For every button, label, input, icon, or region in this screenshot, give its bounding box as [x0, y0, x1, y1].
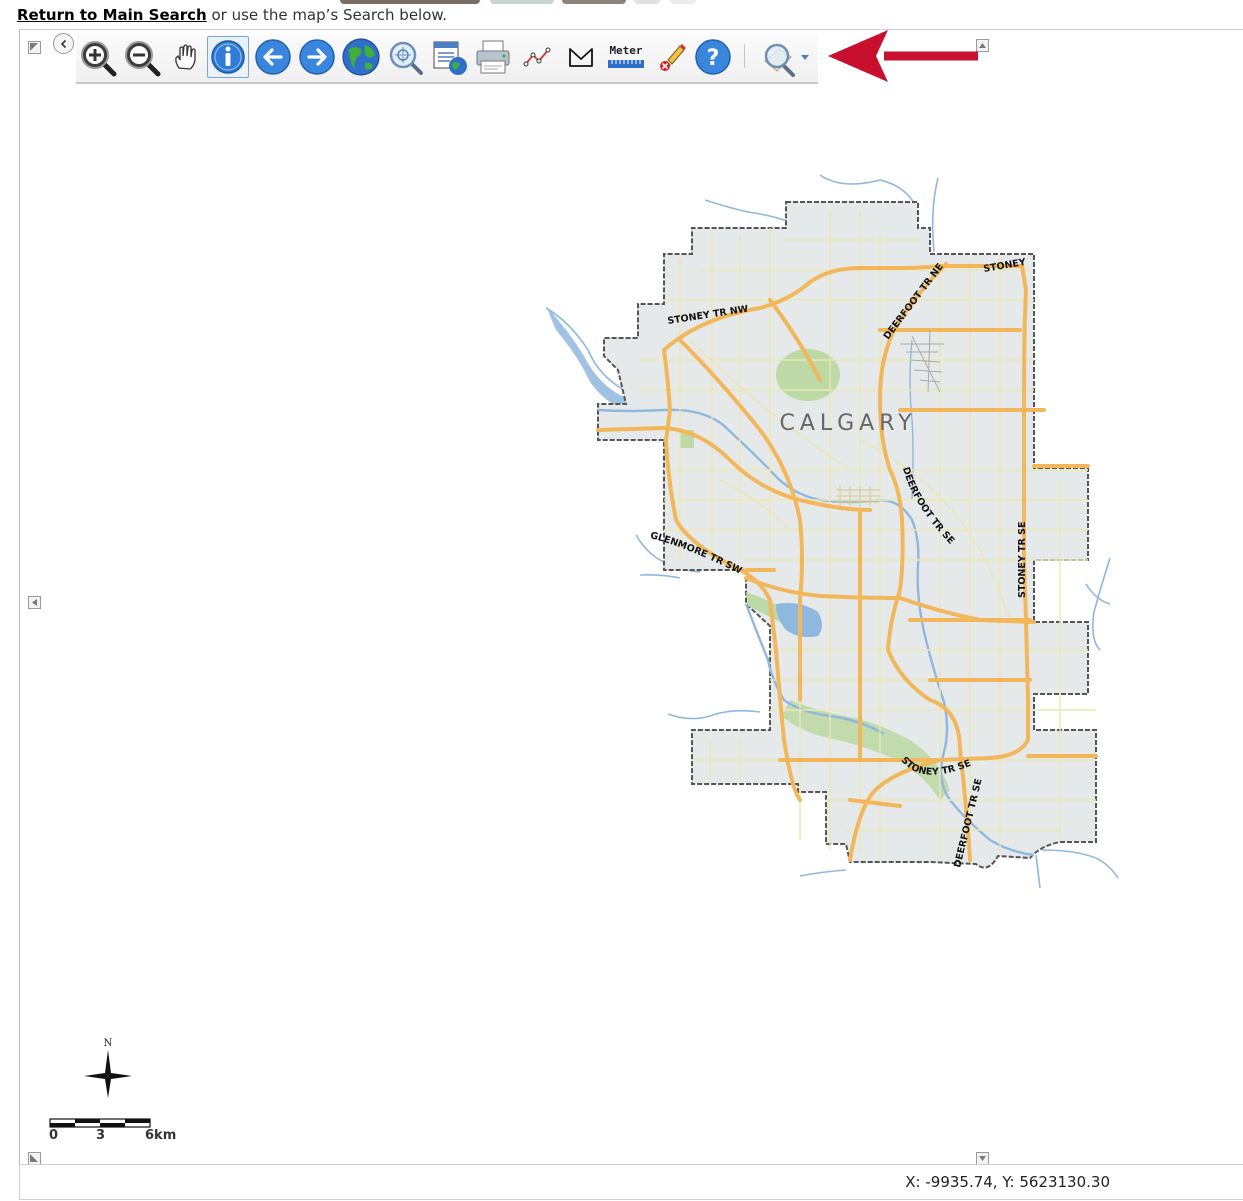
zoom-in-button[interactable] [76, 36, 118, 78]
full-extent-button[interactable] [340, 36, 382, 78]
road-label-stoney-se-east: STONEY TR SE [1017, 521, 1028, 598]
eraser-icon [660, 44, 686, 71]
scale-label: 3 [96, 1128, 106, 1143]
map-canvas[interactable]: CALGARY STONEY TR NW STONEY TR NE DEERFO… [0, 0, 1243, 1201]
next-extent-button[interactable] [296, 36, 338, 78]
scale-label: 0 [49, 1128, 59, 1143]
city-label: CALGARY [779, 411, 916, 436]
info-icon [211, 40, 245, 74]
units-label: Meter [609, 44, 642, 57]
pan-button[interactable] [164, 36, 206, 78]
north-label: N [104, 1038, 113, 1049]
north-arrow-icon: N [84, 1038, 132, 1098]
search-dropdown-button[interactable] [756, 36, 814, 78]
ruler-icon: Meter [608, 44, 644, 68]
search-dropdown-icon [764, 43, 809, 77]
status-bar: X: -9935.74, Y: 5623130.30 [19, 1164, 1243, 1200]
units-button[interactable]: Meter [604, 36, 648, 78]
measure-line-button[interactable] [516, 36, 558, 78]
printer-icon [476, 40, 510, 74]
map-toolbar: Meter ? [76, 34, 818, 84]
coordinate-readout: X: -9935.74, Y: 5623130.30 [905, 1173, 1110, 1191]
chevron-left-icon [32, 599, 37, 606]
identify-button[interactable] [207, 36, 249, 78]
zoom-in-icon [81, 41, 117, 77]
globe-icon [342, 38, 380, 76]
layers-icon [433, 41, 467, 75]
clear-graphics-button[interactable] [650, 36, 692, 78]
magnifier-icon [389, 41, 423, 75]
chevron-down-icon [979, 1156, 986, 1161]
toolbar-collapse-button[interactable] [53, 33, 74, 54]
annotation-arrow-icon [828, 30, 978, 82]
zoom-out-button[interactable] [120, 36, 162, 78]
toolbar-separator [744, 44, 745, 68]
chevron-left-icon [60, 39, 66, 48]
measure-area-button[interactable] [560, 36, 602, 78]
zoom-out-icon [125, 41, 161, 77]
arrow-right-icon [299, 39, 335, 75]
corner-arrow-icon [30, 43, 38, 51]
hand-icon [175, 44, 196, 70]
pan-west-button[interactable] [28, 596, 41, 609]
help-button[interactable]: ? [692, 36, 734, 78]
arrow-left-icon [255, 39, 291, 75]
svg-text:?: ? [707, 46, 720, 71]
previous-extent-button[interactable] [252, 36, 294, 78]
help-icon: ? [695, 39, 731, 75]
corner-arrow-icon [30, 1154, 38, 1162]
polygon-icon [569, 48, 593, 67]
layers-button[interactable] [428, 36, 470, 78]
zoom-to-button[interactable] [384, 36, 426, 78]
pan-northwest-button[interactable] [28, 41, 41, 54]
polyline-icon [523, 47, 551, 67]
print-button[interactable] [472, 36, 514, 78]
scale-label: 6km [145, 1128, 177, 1143]
